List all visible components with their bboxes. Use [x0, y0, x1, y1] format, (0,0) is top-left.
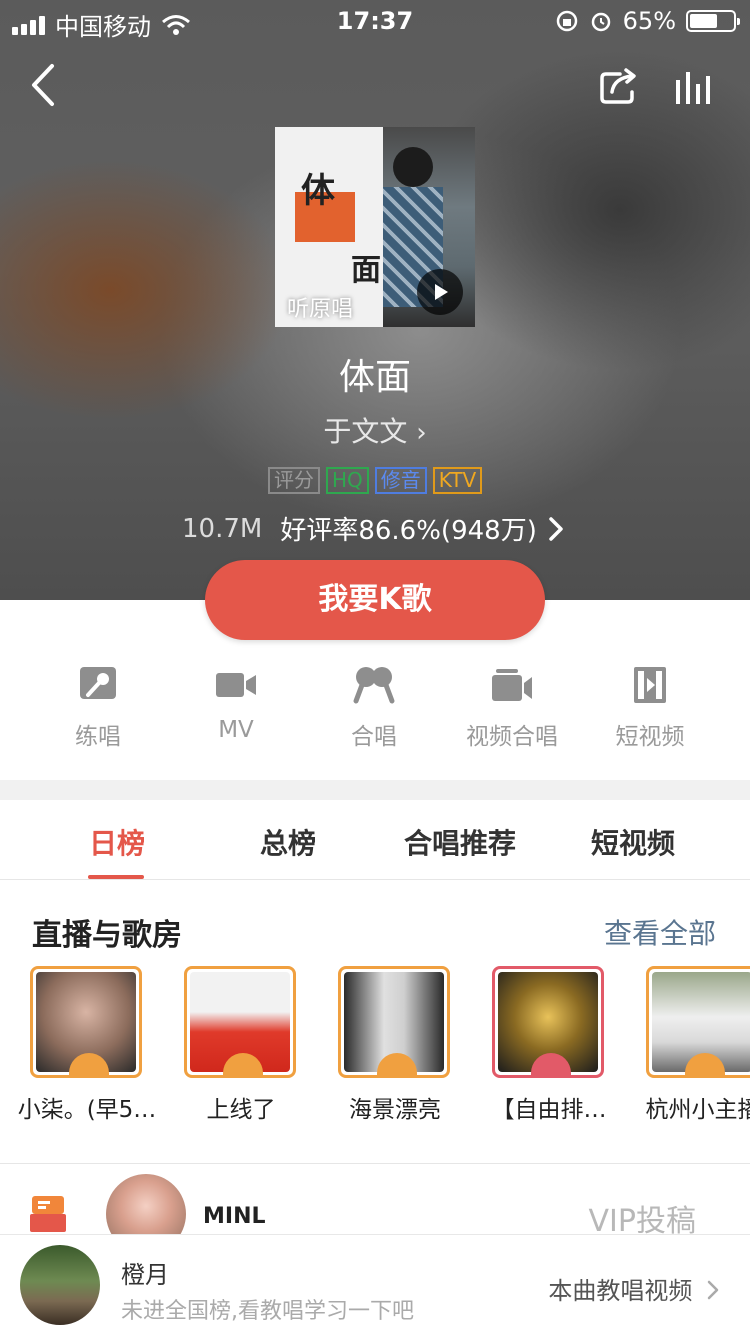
live-room[interactable]: 【自由排…: [492, 966, 607, 1123]
song-title: 体面: [338, 357, 411, 398]
tab-daily[interactable]: 日榜: [89, 822, 145, 862]
live-room-list: 小柒。(早5… 上线了 海景漂亮 【自由排… 杭州小主播: [0, 966, 750, 1126]
status-bar: 中国移动 17:37 65%: [0, 0, 750, 41]
room-name: 上线了: [206, 1097, 276, 1123]
tab-total[interactable]: 总榜: [260, 822, 316, 862]
see-all-link[interactable]: 查看全部: [604, 912, 716, 952]
cover-char-bottom: 面: [351, 253, 381, 288]
rating-link[interactable]: 10.7M 好评率86.6%(948万): [182, 510, 567, 547]
avatar[interactable]: [20, 1245, 100, 1325]
tab-duet-recommend[interactable]: 合唱推荐: [404, 822, 516, 862]
action-mv[interactable]: MV: [176, 665, 296, 743]
battery-icon: [686, 10, 740, 32]
action-label: 短视频: [615, 724, 685, 750]
room-name: 杭州小主播: [645, 1097, 750, 1123]
rank-card-icon: [30, 1196, 66, 1232]
user-name: MINL: [203, 1204, 266, 1229]
room-name: 海景漂亮: [349, 1097, 441, 1123]
teach-video-label: 本曲教唱视频: [548, 1277, 693, 1305]
chevron-right-icon: [707, 1280, 719, 1300]
action-duet[interactable]: 合唱: [314, 665, 434, 751]
video-duet-icon: [492, 669, 532, 701]
song-hero: 中国移动 17:37 65% 体 面 听原唱 体面 于文文 › 评分 HQ 修音…: [0, 0, 750, 600]
ranking-entry[interactable]: MINL VIP投稿: [0, 1164, 750, 1254]
tag-ktv: KTV: [432, 467, 483, 494]
tab-indicator: [88, 875, 144, 879]
action-short-video[interactable]: 短视频: [590, 665, 710, 751]
chevron-right-icon: ›: [416, 418, 427, 448]
artist-link[interactable]: 于文文 ›: [0, 410, 750, 450]
alarm-icon: [591, 12, 610, 32]
action-label: 练唱: [75, 724, 121, 750]
quality-tags: 评分 HQ 修音 KTV: [268, 467, 483, 494]
action-label: 视频合唱: [466, 724, 558, 750]
live-room[interactable]: 杭州小主播: [646, 966, 750, 1123]
section-divider: [0, 780, 750, 800]
live-section-title: 直播与歌房: [32, 918, 182, 953]
share-icon[interactable]: [598, 66, 638, 106]
action-row: 练唱 MV 合唱 视频合唱 短视频: [0, 660, 750, 770]
album-cover[interactable]: 体 面 听原唱: [275, 127, 475, 327]
cover-char-top: 体: [301, 171, 335, 211]
rating-text: 好评率86.6%(948万): [280, 516, 537, 546]
tag-autotune: 修音: [374, 467, 427, 494]
duet-mic-icon: [353, 667, 395, 704]
user-name: 橙月: [121, 1261, 169, 1289]
action-label: MV: [218, 717, 254, 743]
chevron-right-icon: [549, 516, 563, 541]
tag-score: 评分: [268, 467, 320, 494]
ranking-tabs: 日榜 总榜 合唱推荐 短视频: [0, 800, 750, 880]
live-room[interactable]: 小柒。(早5…: [18, 966, 156, 1123]
live-room[interactable]: 上线了: [184, 966, 296, 1123]
play-count: 10.7M: [182, 513, 263, 544]
artist-name: 于文文: [323, 415, 408, 448]
tab-short-video[interactable]: 短视频: [591, 822, 675, 862]
action-video-duet[interactable]: 视频合唱: [452, 665, 572, 751]
short-video-icon: [634, 667, 666, 703]
action-practice[interactable]: 练唱: [38, 665, 158, 751]
teach-video-link[interactable]: 本曲教唱视频: [548, 1271, 720, 1306]
sing-button[interactable]: 我要K歌: [205, 560, 545, 640]
tag-hq: HQ: [326, 467, 369, 494]
battery-percent: 65%: [622, 7, 676, 35]
bottom-bar: 橙月 未进全国榜,看教唱学习一下吧 本曲教唱视频: [0, 1234, 750, 1334]
room-name: 小柒。(早5…: [17, 1097, 157, 1123]
mic-practice-icon: [80, 667, 116, 699]
action-label: 合唱: [351, 724, 397, 750]
bars-icon[interactable]: [674, 66, 718, 106]
listen-original-label[interactable]: 听原唱: [287, 291, 353, 323]
play-icon[interactable]: [417, 269, 463, 315]
video-camera-icon: [216, 673, 256, 697]
rotation-lock-icon: [556, 10, 577, 32]
chevron-left-icon[interactable]: [22, 60, 66, 110]
room-name: 【自由排…: [491, 1097, 607, 1123]
live-room[interactable]: 海景漂亮: [338, 966, 450, 1123]
hint-text: 未进全国榜,看教唱学习一下吧: [121, 1299, 414, 1324]
